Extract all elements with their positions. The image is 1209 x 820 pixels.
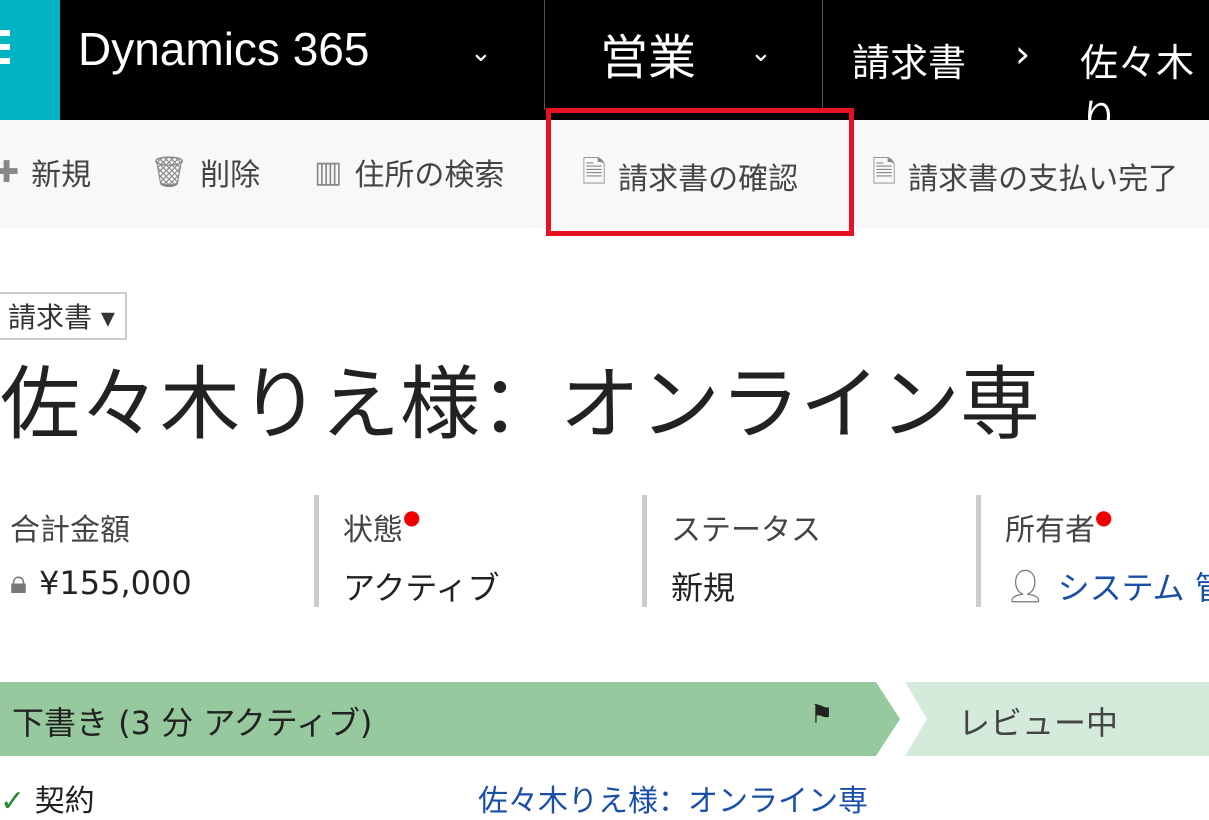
stage-review-label: レビュー中 [958,704,1119,742]
check-icon: ✓ [0,784,26,819]
new-label: 新規 [31,158,92,193]
trash-icon: 🗑 [150,154,189,190]
user-icon: 👤︎ [1005,567,1046,605]
contract-label: 契約 [34,784,95,819]
field-label: ステータス [671,513,821,548]
field-state[interactable]: 状態● アクティブ [314,495,499,607]
flag-icon: ⚑ [810,700,834,730]
field-total-amount: 合計金額 🔒︎ ¥155,000 [0,495,192,607]
top-nav-bar: Dynamics 365 ⌄ 営業 ⌄ 請求書 › 佐々木り [0,0,1209,140]
invoice-paid-label: 請求書の支払い完了 [908,161,1179,197]
new-button[interactable]: ✚ 新規 [0,150,91,194]
stage-draft-label: 下書き (3 分 アクティブ) [12,704,373,742]
app-name[interactable]: Dynamics 365 [78,22,369,76]
address-book-icon: ▥ [314,154,343,190]
breadcrumb-invoices[interactable]: 請求書 [852,32,966,87]
field-status[interactable]: ステータス 新規 [642,495,821,607]
record-link[interactable]: 佐々木りえ様：オンライン専 [478,776,868,820]
field-value: 新規 [671,569,736,607]
field-label: 状態 [343,513,403,548]
field-label: 合計金額 [10,513,130,548]
lock-icon: 🔒︎ [10,563,28,601]
highlight-box [546,108,854,236]
field-label: 所有者 [1005,513,1095,548]
field-owner[interactable]: 所有者● 👤︎ システム 管 [976,495,1209,607]
business-process-flow: 下書き (3 分 アクティブ) ⚑ レビュー中 [0,682,1209,756]
owner-link[interactable]: システム 管 [1058,563,1209,609]
entity-form-selector[interactable]: 請求書 ▾ [0,292,127,340]
lookup-address-label: 住所の検索 [354,158,505,193]
delete-button[interactable]: 🗑 削除 [150,150,260,194]
invoice-paid-button[interactable]: 🗎 請求書の支払い完了 [872,150,1178,201]
required-icon: ● [403,505,421,529]
required-icon: ● [1095,505,1113,529]
delete-label: 削除 [200,158,261,193]
module-name[interactable]: 営業 [600,18,696,88]
chevron-down-icon[interactable]: ⌄ [470,38,492,68]
chevron-down-icon[interactable]: ⌄ [750,38,772,68]
section-contract: ✓ 契約 [0,776,95,820]
divider [822,0,823,110]
lookup-address-button[interactable]: ▥ 住所の検索 [314,150,504,194]
field-value: ¥155,000 [39,563,192,602]
document-check-icon: 🗎 [872,155,897,190]
app-launcher-waffle-icon[interactable] [0,0,60,120]
plus-icon: ✚ [0,154,20,190]
field-value: アクティブ [343,569,500,607]
divider [544,0,545,110]
record-title: 佐々木りえ様：オンライン専 [0,358,1040,451]
breadcrumb-separator-icon: › [1015,32,1031,76]
